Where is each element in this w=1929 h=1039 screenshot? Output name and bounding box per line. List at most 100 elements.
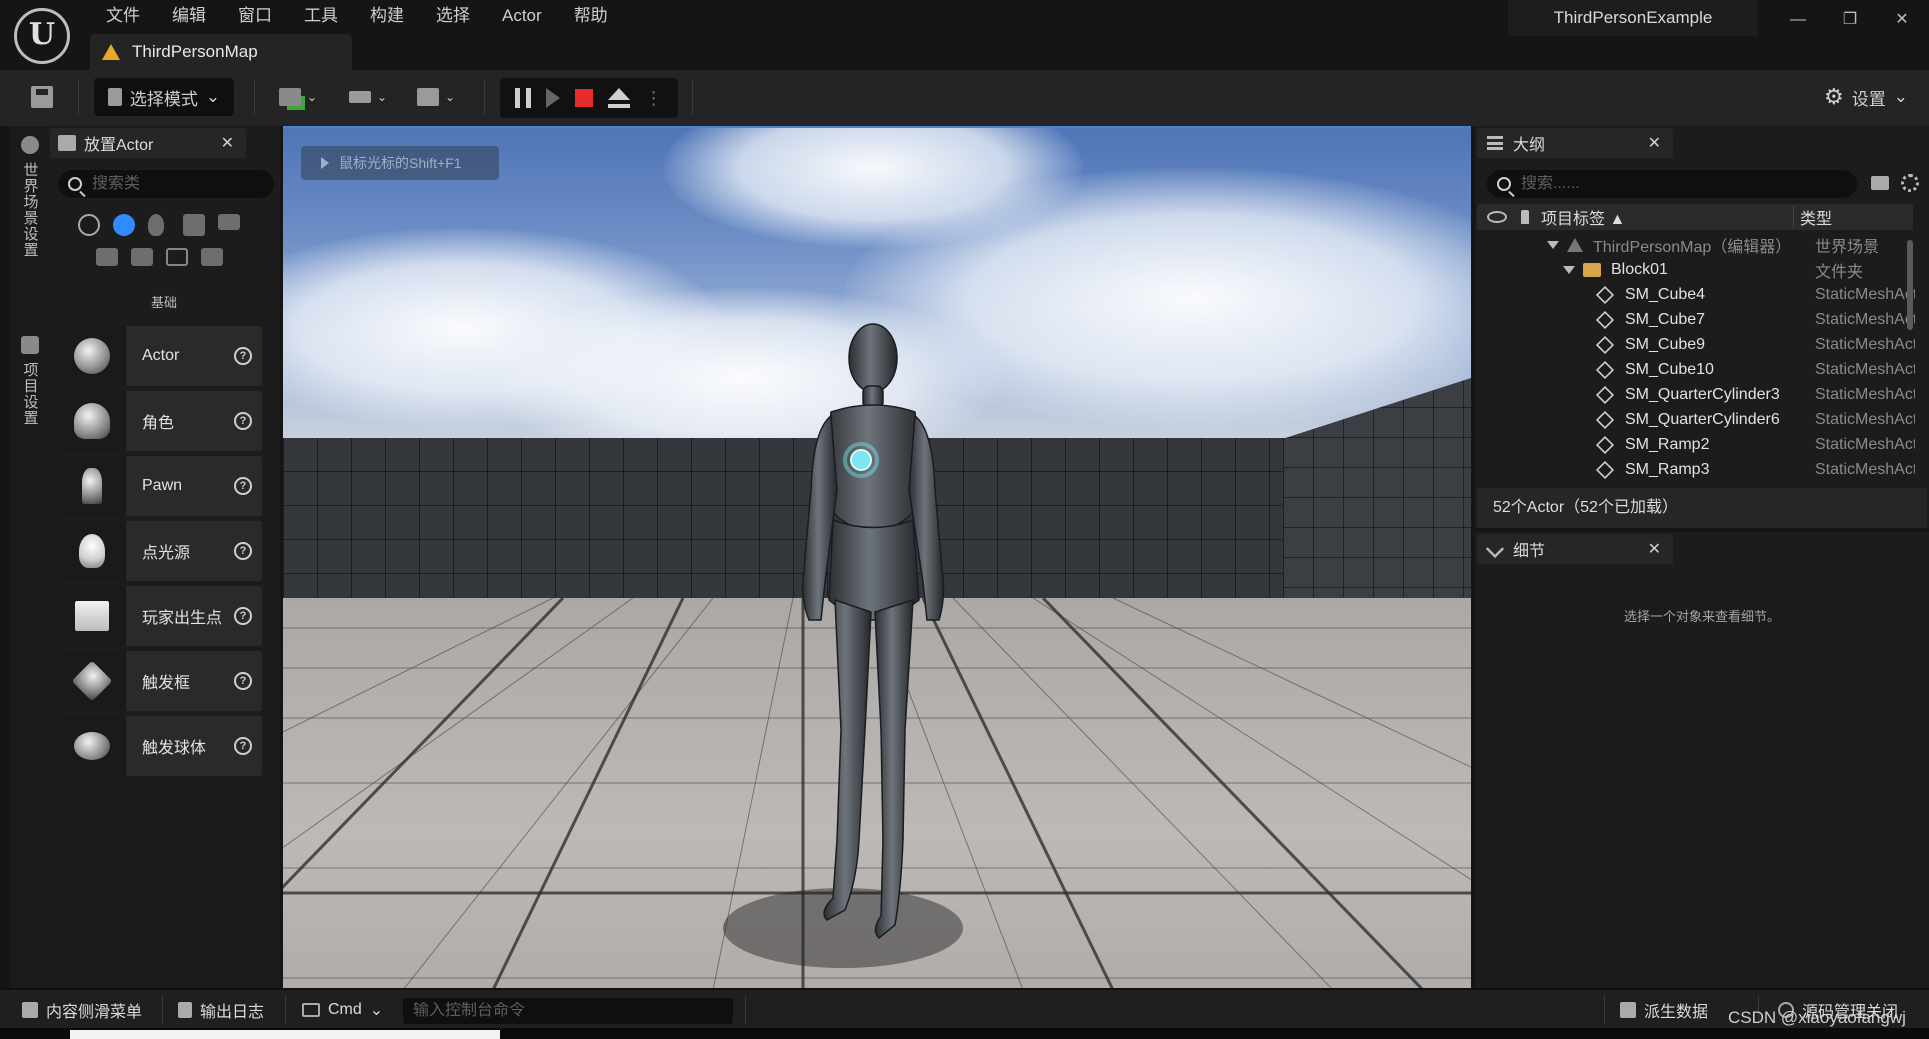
tree-row[interactable]: SM_Cube7 StaticMeshActor xyxy=(1477,307,1915,332)
menu-select[interactable]: 选择 xyxy=(420,4,486,28)
unreal-logo[interactable]: U xyxy=(14,8,70,64)
actor-item[interactable]: Pawn ? xyxy=(58,456,262,516)
help-icon[interactable]: ? xyxy=(234,412,252,430)
help-icon[interactable]: ? xyxy=(234,477,252,495)
output-log-button[interactable]: 输出日志 xyxy=(178,990,264,1030)
content-drawer-button[interactable]: 内容侧滑菜单 xyxy=(22,990,142,1030)
viewport-hint-button[interactable]: 鼠标光标的Shift+F1 xyxy=(301,146,499,180)
menu-help[interactable]: 帮助 xyxy=(558,4,624,28)
close-icon[interactable]: ✕ xyxy=(1648,133,1661,153)
static-mesh-icon xyxy=(1595,285,1615,304)
tree-row[interactable]: SM_QuarterCylinder6 StaticMeshActor xyxy=(1477,407,1915,432)
blueprint-button[interactable]: ⌄ xyxy=(340,78,396,116)
project-settings-tab[interactable]: 项目设置 xyxy=(18,336,42,426)
menu-file[interactable]: 文件 xyxy=(90,4,156,28)
toolbar-divider xyxy=(484,80,485,114)
lights-icon[interactable] xyxy=(148,214,164,236)
actor-item[interactable]: Actor ? xyxy=(58,326,262,386)
details-title: 细节 xyxy=(1513,543,1546,560)
eject-icon[interactable] xyxy=(607,88,630,108)
class-search[interactable] xyxy=(58,170,274,198)
column-item-label[interactable]: 项目标签 ▲ xyxy=(1541,205,1793,229)
pin-icon[interactable] xyxy=(1521,210,1529,224)
add-content-button[interactable]: ⌄ xyxy=(270,78,326,116)
cinematic-icon[interactable] xyxy=(218,214,240,230)
outliner-scrollbar[interactable] xyxy=(1907,240,1913,330)
project-settings-icon xyxy=(21,336,39,354)
close-icon[interactable]: ✕ xyxy=(1648,539,1661,559)
outliner-search-input[interactable] xyxy=(1521,175,1671,193)
menu-edit[interactable]: 编辑 xyxy=(156,4,222,28)
menu-window[interactable]: 窗口 xyxy=(222,4,288,28)
details-tab[interactable]: 细节 ✕ xyxy=(1477,534,1673,564)
class-search-input[interactable] xyxy=(92,175,242,193)
actor-item[interactable]: 角色 ? xyxy=(58,391,262,451)
tree-row-type: 文件夹 xyxy=(1815,263,1864,281)
help-icon[interactable]: ? xyxy=(234,737,252,755)
tree-row[interactable]: SM_QuarterCylinder3 StaticMeshActor xyxy=(1477,382,1915,407)
place-actor-tab[interactable]: 放置Actor ✕ xyxy=(50,128,246,158)
tree-row[interactable]: SM_Ramp3 StaticMeshActor xyxy=(1477,457,1915,482)
volumes-icon[interactable] xyxy=(166,248,188,266)
world-settings-tab[interactable]: 世界场景设置 xyxy=(18,136,42,258)
cmd-selector[interactable]: Cmd ⌄ xyxy=(302,990,383,1030)
help-icon[interactable]: ? xyxy=(234,672,252,690)
gear-icon[interactable] xyxy=(1901,174,1919,192)
actor-item[interactable]: 玩家出生点 ? xyxy=(58,586,262,646)
step-icon[interactable] xyxy=(546,88,561,108)
console-input-box[interactable] xyxy=(403,998,733,1024)
outliner-tab[interactable]: 大纲 ✕ xyxy=(1477,128,1673,158)
settings-button[interactable]: ⚙ 设置 ⌄ xyxy=(1820,78,1912,116)
help-icon[interactable]: ? xyxy=(234,347,252,365)
status-bar: 内容侧滑菜单 输出日志 Cmd ⌄ 派生数据 源码管理关闭 xyxy=(0,988,1929,1028)
menu-actor[interactable]: Actor xyxy=(486,4,558,28)
tree-row[interactable]: ThirdPersonMap（编辑器） 世界场景 xyxy=(1477,232,1913,257)
tree-row-name: SM_Cube7 xyxy=(1625,310,1706,328)
project-settings-label: 项目设置 xyxy=(21,362,39,426)
pause-icon[interactable] xyxy=(515,88,532,108)
more-options-icon[interactable]: ⋮ xyxy=(645,88,663,109)
menu-tools[interactable]: 工具 xyxy=(288,4,354,28)
help-icon[interactable]: ? xyxy=(234,607,252,625)
recent-icon[interactable] xyxy=(78,214,100,236)
chevron-down-icon: ⌄ xyxy=(205,87,221,106)
all-classes-icon[interactable] xyxy=(201,248,223,266)
tree-row[interactable]: SM_Cube4 StaticMeshActor xyxy=(1477,282,1915,307)
tree-row[interactable]: SM_Ramp2 StaticMeshActor xyxy=(1477,432,1915,457)
mode-select-button[interactable]: 选择模式 ⌄ xyxy=(94,78,234,116)
help-icon[interactable]: ? xyxy=(234,542,252,560)
actor-item[interactable]: 触发球体 ? xyxy=(58,716,262,776)
cinematics-button[interactable]: ⌄ xyxy=(408,78,464,116)
basic-icon[interactable] xyxy=(113,214,135,236)
close-window-button[interactable]: ✕ xyxy=(1890,8,1914,32)
eye-icon[interactable] xyxy=(1487,211,1507,223)
viewport-hint-label: 鼠标光标的Shift+F1 xyxy=(339,155,462,171)
actor-item[interactable]: 触发框 ? xyxy=(58,651,262,711)
pawn-icon xyxy=(82,468,102,504)
visual-effects-icon[interactable] xyxy=(96,248,118,266)
expand-arrow-icon[interactable] xyxy=(1547,240,1559,249)
console-input[interactable] xyxy=(413,1002,563,1020)
outliner-title: 大纲 xyxy=(1513,137,1546,154)
third-person-character[interactable] xyxy=(753,320,993,960)
tree-row[interactable]: Block01 文件夹 xyxy=(1477,257,1913,282)
tree-row[interactable]: SM_Cube9 StaticMeshActor xyxy=(1477,332,1915,357)
geometry-icon[interactable] xyxy=(131,248,153,266)
outliner-search[interactable] xyxy=(1487,170,1857,198)
chevron-down-icon: ⌄ xyxy=(376,90,388,104)
restore-button[interactable]: ❐ xyxy=(1838,8,1862,32)
shapes-icon[interactable] xyxy=(183,214,205,236)
derived-data-button[interactable]: 派生数据 xyxy=(1620,990,1708,1030)
minimize-button[interactable]: — xyxy=(1786,8,1810,32)
save-button[interactable] xyxy=(22,78,62,116)
expand-arrow-icon[interactable] xyxy=(1563,265,1575,274)
level-tab[interactable]: ThirdPersonMap xyxy=(90,34,352,70)
actor-item[interactable]: 点光源 ? xyxy=(58,521,262,581)
level-viewport[interactable]: 鼠标光标的Shift+F1 xyxy=(283,126,1471,988)
column-type[interactable]: 类型 xyxy=(1800,205,1832,229)
tree-row[interactable]: SM_Cube10 StaticMeshActor xyxy=(1477,357,1915,382)
add-folder-icon[interactable] xyxy=(1871,176,1889,190)
close-icon[interactable]: ✕ xyxy=(221,133,234,153)
menu-build[interactable]: 构建 xyxy=(354,4,420,28)
stop-icon[interactable] xyxy=(574,89,593,107)
